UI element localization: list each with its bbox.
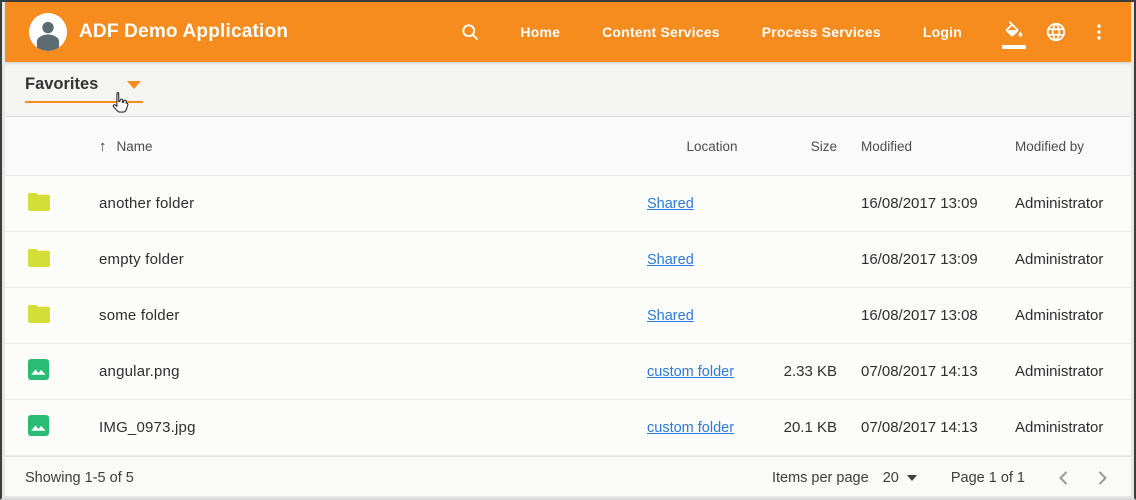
table-body: another folder Shared 16/08/2017 13:09 A…: [5, 176, 1131, 456]
modified-by: Administrator: [997, 363, 1111, 380]
nav-content-services[interactable]: Content Services: [581, 14, 741, 50]
file-name: some folder: [99, 307, 647, 324]
location-link[interactable]: Shared: [647, 308, 694, 324]
file-name: another folder: [99, 195, 647, 212]
folder-icon: [27, 191, 51, 213]
nav-process-services[interactable]: Process Services: [741, 14, 902, 50]
person-icon: [29, 13, 67, 51]
language-icon[interactable]: [1041, 17, 1071, 47]
column-header-location[interactable]: Location: [647, 139, 777, 154]
more-vert-icon[interactable]: [1085, 18, 1113, 46]
file-name: empty folder: [99, 251, 647, 268]
sort-ascending-icon: ↑: [99, 138, 107, 155]
app-header: ADF Demo Application Home Content Servic…: [5, 2, 1131, 62]
modified-by: Administrator: [997, 195, 1111, 212]
nav-home[interactable]: Home: [499, 14, 581, 50]
file-name: IMG_0973.jpg: [99, 419, 647, 436]
image-icon: [27, 358, 51, 380]
table-row[interactable]: some folder Shared 16/08/2017 13:08 Admi…: [5, 288, 1131, 344]
folder-icon: [27, 191, 51, 213]
next-page-icon[interactable]: [1090, 468, 1115, 488]
documents-table: ↑ Name Location Size Modified Modified b…: [5, 117, 1131, 456]
items-per-page-value: 20: [883, 470, 899, 486]
favorites-dropdown[interactable]: Favorites: [25, 75, 143, 103]
pager-controls: Items per page 20 Page 1 of 1: [772, 468, 1115, 488]
items-per-page-label: Items per page: [772, 470, 869, 486]
items-per-page-select[interactable]: 20: [883, 470, 917, 486]
nav-login[interactable]: Login: [902, 14, 983, 50]
modified-date: 16/08/2017 13:09: [837, 195, 997, 212]
file-name: angular.png: [99, 363, 647, 380]
file-size: 20.1 KB: [777, 419, 837, 436]
column-header-modified-by[interactable]: Modified by: [997, 139, 1111, 154]
column-header-name[interactable]: ↑ Name: [99, 138, 647, 155]
theme-color-picker: [999, 17, 1029, 47]
modified-date: 07/08/2017 14:13: [837, 419, 997, 436]
modified-date: 16/08/2017 13:08: [837, 307, 997, 324]
view-toolbar: Favorites: [5, 62, 1131, 117]
user-avatar-icon[interactable]: [29, 13, 67, 51]
header-right: Home Content Services Process Services L…: [456, 14, 1113, 50]
location-link[interactable]: custom folder: [647, 420, 734, 436]
column-header-modified[interactable]: Modified: [837, 139, 997, 154]
app-title: ADF Demo Application: [79, 21, 288, 43]
location-link[interactable]: Shared: [647, 252, 694, 268]
table-row[interactable]: another folder Shared 16/08/2017 13:09 A…: [5, 176, 1131, 232]
location-link[interactable]: Shared: [647, 196, 694, 212]
table-row[interactable]: IMG_0973.jpg custom folder 20.1 KB 07/08…: [5, 400, 1131, 456]
modified-date: 07/08/2017 14:13: [837, 363, 997, 380]
favorites-label: Favorites: [25, 75, 98, 94]
folder-icon: [27, 303, 51, 325]
color-fill-icon[interactable]: [999, 17, 1029, 47]
modified-by: Administrator: [997, 419, 1111, 436]
previous-page-icon[interactable]: [1051, 468, 1076, 488]
main-nav: Home Content Services Process Services L…: [499, 14, 993, 50]
folder-icon: [27, 303, 51, 325]
table-row[interactable]: angular.png custom folder 2.33 KB 07/08/…: [5, 344, 1131, 400]
chevron-down-icon: [907, 475, 917, 481]
folder-icon: [27, 247, 51, 269]
location-link[interactable]: custom folder: [647, 364, 734, 380]
modified-date: 16/08/2017 13:09: [837, 251, 997, 268]
adf-app: ADF Demo Application Home Content Servic…: [5, 2, 1131, 496]
image-icon: [27, 414, 50, 437]
pagination-footer: Showing 1-5 of 5 Items per page 20 Page …: [5, 456, 1131, 496]
image-icon: [27, 358, 50, 381]
showing-count-label: Showing 1-5 of 5: [25, 470, 134, 486]
file-size: 2.33 KB: [777, 363, 837, 380]
folder-icon: [27, 247, 51, 269]
search-icon[interactable]: [456, 18, 485, 47]
color-indicator: [1002, 45, 1026, 49]
table-row[interactable]: empty folder Shared 16/08/2017 13:09 Adm…: [5, 232, 1131, 288]
modified-by: Administrator: [997, 307, 1111, 324]
chevron-down-icon: [127, 81, 141, 89]
image-icon: [27, 414, 51, 436]
table-header-row: ↑ Name Location Size Modified Modified b…: [5, 117, 1131, 176]
column-header-size[interactable]: Size: [777, 139, 837, 154]
page-indicator: Page 1 of 1: [951, 470, 1025, 486]
modified-by: Administrator: [997, 251, 1111, 268]
screenshot-frame: ADF Demo Application Home Content Servic…: [0, 0, 1136, 500]
